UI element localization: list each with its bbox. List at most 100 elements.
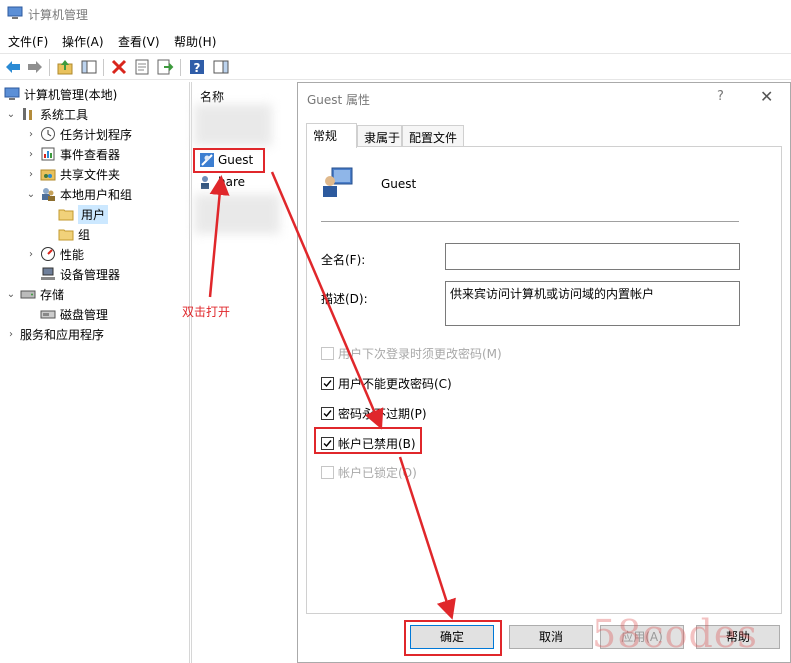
dialog-title: Guest 属性 <box>307 93 371 107</box>
tree-item-event-viewer[interactable]: › 事件查看器 <box>26 144 120 164</box>
tree-root[interactable]: 计算机管理(本地) <box>4 84 117 104</box>
window-title: 计算机管理 <box>28 8 89 22</box>
checkmark-icon <box>323 440 332 448</box>
tree-item-label: 性能 <box>60 247 85 262</box>
menu-action[interactable]: 操作(A) <box>62 33 104 50</box>
tab-general[interactable]: 常规 <box>306 123 357 148</box>
tree-item-device-manager[interactable]: 设备管理器 <box>40 264 120 284</box>
help-question-button[interactable]: ? <box>717 89 724 104</box>
computer-management-icon <box>4 86 20 102</box>
checkmark-icon <box>323 380 332 388</box>
help-icon[interactable]: ? <box>188 58 206 76</box>
folder-icon <box>58 226 74 242</box>
checkbox-label: 密码永不过期(P) <box>338 407 427 421</box>
list-item-share[interactable]: hare <box>199 174 245 190</box>
tree-item-shared-folders[interactable]: › 共享文件夹 <box>26 164 120 184</box>
tree-item-disk-management[interactable]: 磁盘管理 <box>40 304 108 324</box>
delete-icon[interactable] <box>110 58 128 76</box>
event-viewer-icon <box>40 146 56 162</box>
menu-bar: 文件(F) 操作(A) 查看(V) 帮助(H) <box>0 30 791 52</box>
checkbox-cannot-change-password[interactable]: 用户不能更改密码(C) <box>321 375 452 392</box>
show-hide-tree-icon[interactable] <box>80 58 98 76</box>
tools-icon <box>20 106 36 122</box>
toolbar-separator <box>103 59 104 76</box>
up-folder-icon[interactable] <box>56 58 74 76</box>
cancel-button[interactable]: 取消 <box>509 625 593 649</box>
checkbox-label: 帐户已禁用(B) <box>338 437 416 451</box>
chevron-right-icon[interactable]: › <box>26 169 36 180</box>
action-pane-icon[interactable] <box>212 58 230 76</box>
properties-icon[interactable] <box>133 58 151 76</box>
toolbar-separator <box>49 59 50 76</box>
export-icon[interactable] <box>156 58 174 76</box>
tree-item-storage[interactable]: ⌄ 存储 <box>6 284 64 304</box>
tree-item-label: 系统工具 <box>40 107 89 122</box>
tree-item-label: 本地用户和组 <box>60 187 133 202</box>
checkbox-box[interactable] <box>321 437 334 450</box>
chevron-down-icon[interactable]: ⌄ <box>6 289 16 300</box>
checkbox-password-never-expires[interactable]: 密码永不过期(P) <box>321 405 427 422</box>
shared-folder-icon <box>40 166 56 182</box>
list-item-guest[interactable]: Guest <box>199 152 253 168</box>
tree-item-local-users-groups[interactable]: ⌄ 本地用户和组 <box>26 184 132 204</box>
tab-profile[interactable]: 配置文件 <box>402 125 464 147</box>
toolbar-separator <box>180 59 181 76</box>
close-icon[interactable]: ✕ <box>760 87 773 106</box>
ok-button[interactable]: 确定 <box>410 625 494 649</box>
tree-item-system-tools[interactable]: ⌄ 系统工具 <box>6 104 88 124</box>
folder-icon <box>58 206 74 222</box>
svg-text:?: ? <box>194 61 201 75</box>
disk-icon <box>40 306 56 322</box>
chevron-right-icon[interactable]: › <box>6 329 16 340</box>
column-header-name[interactable]: 名称 <box>200 88 224 105</box>
properties-dialog: Guest 属性 ? ✕ 常规 隶属于 配置文件 Guest 全名(F): 描述… <box>297 82 791 663</box>
menu-file[interactable]: 文件(F) <box>8 33 48 50</box>
chevron-right-icon[interactable]: › <box>26 249 36 260</box>
forward-icon[interactable] <box>26 58 44 76</box>
menu-view[interactable]: 查看(V) <box>118 33 160 50</box>
tab-member-of[interactable]: 隶属于 <box>357 125 402 147</box>
watermark: 58codes <box>592 612 758 656</box>
tree-item-label: 用户 <box>78 204 109 224</box>
chevron-right-icon[interactable]: › <box>26 129 36 140</box>
tree-item-groups[interactable]: 组 <box>58 224 90 244</box>
dialog-user-name: Guest <box>381 177 417 191</box>
tree-item-task-scheduler[interactable]: › 任务计划程序 <box>26 124 132 144</box>
tree-item-performance[interactable]: › 性能 <box>26 244 84 264</box>
annotation-text: 双击打开 <box>182 305 231 319</box>
fullname-input[interactable] <box>445 243 740 270</box>
chevron-right-icon[interactable]: › <box>26 149 36 160</box>
blurred-entry <box>194 104 272 146</box>
tree-item-users[interactable]: 用户 <box>58 204 109 224</box>
tree-item-label: 事件查看器 <box>60 147 121 162</box>
back-icon[interactable] <box>4 58 22 76</box>
checkbox-must-change-password[interactable]: 用户下次登录时须更改密码(M) <box>321 345 502 362</box>
checkbox-box[interactable] <box>321 347 334 360</box>
tree-root-label: 计算机管理(本地) <box>24 87 118 102</box>
tree-item-services-apps[interactable]: › 服务和应用程序 <box>6 324 104 344</box>
checkbox-account-disabled[interactable]: 帐户已禁用(B) <box>321 435 416 452</box>
user-list: 名称 Guest hare <box>191 82 298 663</box>
description-input[interactable]: 供来宾访问计算机或访问域的内置帐户 <box>445 281 740 326</box>
storage-icon <box>20 286 36 302</box>
checkbox-box[interactable] <box>321 466 334 479</box>
tree-item-label: 共享文件夹 <box>60 167 121 182</box>
blurred-entry <box>194 194 280 234</box>
disabled-user-icon <box>200 153 214 167</box>
checkmark-icon <box>323 410 332 418</box>
clock-icon <box>40 126 56 142</box>
users-group-icon <box>40 186 56 202</box>
general-panel: Guest 全名(F): 描述(D): 供来宾访问计算机或访问域的内置帐户 用户… <box>306 146 782 614</box>
navigation-tree: 计算机管理(本地) ⌄ 系统工具 › 任务计划程序 › 事件查看器 › 共享文件… <box>0 82 190 663</box>
device-manager-icon <box>40 266 56 282</box>
checkbox-label: 帐户已锁定(O) <box>338 466 417 480</box>
checkbox-account-locked[interactable]: 帐户已锁定(O) <box>321 464 417 481</box>
title-bar: 计算机管理 <box>0 0 791 28</box>
chevron-down-icon[interactable]: ⌄ <box>6 109 16 120</box>
checkbox-label: 用户下次登录时须更改密码(M) <box>338 347 502 361</box>
checkbox-box[interactable] <box>321 407 334 420</box>
checkbox-box[interactable] <box>321 377 334 390</box>
tree-item-label: 磁盘管理 <box>60 307 109 322</box>
menu-help[interactable]: 帮助(H) <box>174 33 216 50</box>
chevron-down-icon[interactable]: ⌄ <box>26 189 36 200</box>
